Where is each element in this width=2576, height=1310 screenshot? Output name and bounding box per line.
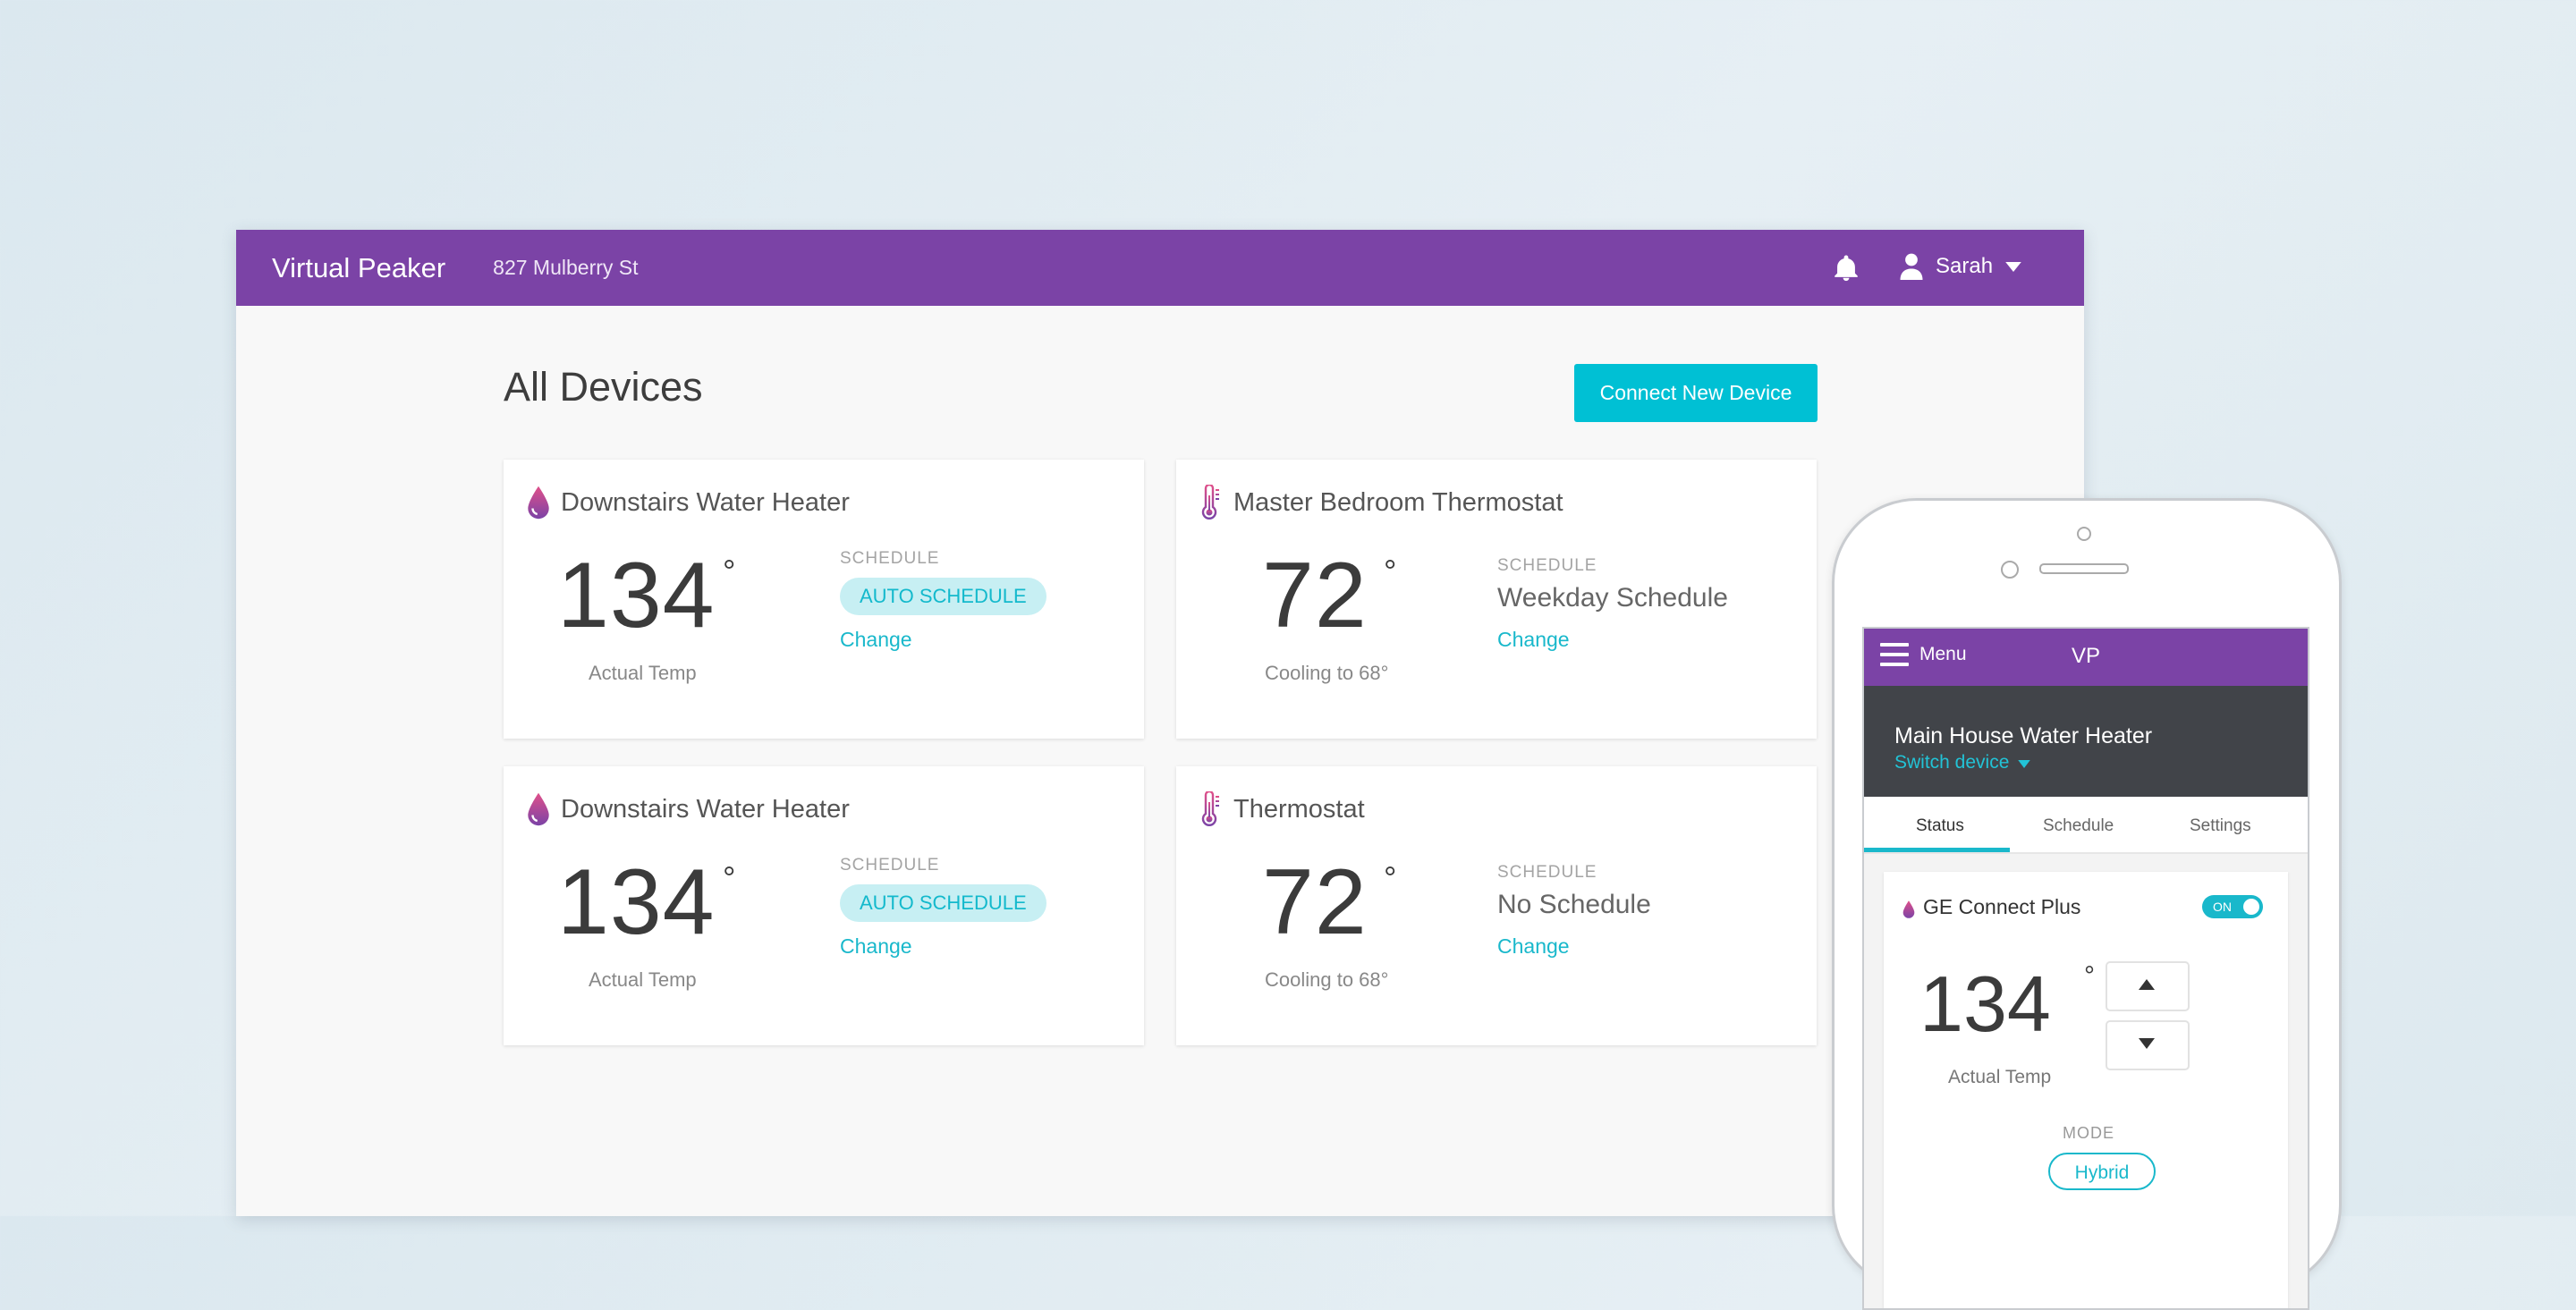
degree-symbol: ° [723, 859, 736, 896]
device-name: Main House Water Heater [1894, 723, 2153, 748]
desktop-window: Virtual Peaker 827 Mulberry St Sarah All… [236, 230, 2084, 1216]
menu-button[interactable]: Menu [1880, 643, 1967, 666]
degree-symbol: ° [1384, 553, 1397, 589]
switch-device-label: Switch device [1894, 752, 2010, 773]
address-label: 827 Mulberry St [493, 256, 639, 279]
temperature-value: 72 [1262, 850, 1368, 954]
degree-symbol: ° [1384, 859, 1397, 896]
mode-button[interactable]: Hybrid [2048, 1153, 2156, 1190]
user-icon [1900, 253, 1923, 280]
thermometer-icon [1201, 485, 1219, 520]
toggle-knob [2243, 899, 2259, 915]
device-name: Thermostat [1233, 794, 1365, 824]
connect-new-device-button[interactable]: Connect New Device [1574, 364, 1818, 422]
schedule-name: No Schedule [1497, 890, 1651, 919]
toggle-label: ON [2213, 900, 2232, 914]
power-toggle[interactable]: ON [2202, 895, 2263, 918]
proximity-sensor [2001, 561, 2019, 579]
mobile-screen: Menu VP Main House Water Heater Switch d… [1862, 627, 2309, 1310]
change-schedule-link[interactable]: Change [1497, 934, 1570, 959]
device-card[interactable]: Master Bedroom Thermostat 72 ° Cooling t… [1176, 460, 1817, 739]
chevron-down-icon [2005, 261, 2021, 272]
device-card[interactable]: Downstairs Water Heater 134 ° Actual Tem… [504, 766, 1144, 1045]
temperature-label: Actual Temp [589, 968, 697, 991]
temperature-label: Cooling to 68° [1265, 662, 1389, 684]
hamburger-icon [1880, 643, 1909, 666]
tab-schedule[interactable]: Schedule [2043, 816, 2114, 836]
phone-mockup: Menu VP Main House Water Heater Switch d… [1832, 498, 2342, 1310]
schedule-badge: AUTO SCHEDULE [840, 884, 1046, 922]
tab-status[interactable]: Status [1916, 816, 1964, 836]
device-header: Main House Water Heater Switch device [1864, 686, 2308, 797]
change-schedule-link[interactable]: Change [1497, 628, 1570, 652]
brand-logo[interactable]: Virtual Peaker [272, 252, 445, 284]
temperature-down-button[interactable] [2106, 1020, 2190, 1070]
schedule-label: SCHEDULE [1497, 863, 1597, 882]
device-model-name: GE Connect Plus [1923, 895, 2081, 918]
device-card[interactable]: Downstairs Water Heater 134 ° Actual Tem… [504, 460, 1144, 739]
temperature-label: Actual Temp [589, 662, 697, 684]
change-schedule-link[interactable]: Change [840, 934, 912, 959]
phone-speaker [2039, 563, 2129, 574]
thermometer-icon [1201, 791, 1219, 826]
user-name: Sarah [1936, 254, 1994, 278]
device-name: Downstairs Water Heater [561, 794, 850, 824]
notification-bell-icon[interactable] [1831, 253, 1861, 283]
temperature-value: 72 [1262, 544, 1368, 647]
device-status-card: GE Connect Plus ON 134 ° Actual Temp MOD… [1884, 872, 2288, 1308]
mobile-top-bar: Menu VP [1864, 629, 2308, 686]
caret-up-icon [2139, 979, 2155, 990]
temperature-label: Cooling to 68° [1265, 968, 1389, 991]
device-name: Master Bedroom Thermostat [1233, 487, 1563, 517]
degree-symbol: ° [2084, 961, 2095, 991]
schedule-label: SCHEDULE [840, 856, 940, 875]
temperature-value: 134 [557, 544, 716, 647]
active-tab-indicator [1864, 848, 2010, 852]
mode-label: MODE [2063, 1124, 2114, 1142]
schedule-label: SCHEDULE [840, 549, 940, 568]
schedule-name: Weekday Schedule [1497, 583, 1728, 613]
caret-down-icon [2139, 1038, 2155, 1049]
change-schedule-link[interactable]: Change [840, 628, 912, 652]
mobile-logo: VP [2072, 644, 2101, 668]
switch-device-dropdown[interactable]: Switch device [1894, 752, 2030, 773]
temperature-value: 134 [557, 850, 716, 954]
schedule-badge: AUTO SCHEDULE [840, 578, 1046, 615]
caret-down-icon [2018, 760, 2030, 768]
temperature-label: Actual Temp [1948, 1067, 2052, 1087]
tab-settings[interactable]: Settings [2190, 816, 2251, 836]
water-drop-icon [528, 792, 549, 826]
water-drop-icon [1902, 900, 1915, 918]
front-camera [2077, 527, 2091, 541]
schedule-label: SCHEDULE [1497, 556, 1597, 575]
temperature-value: 134 [1919, 959, 2051, 1048]
menu-label: Menu [1919, 644, 1967, 664]
device-card[interactable]: Thermostat 72 ° Cooling to 68° SCHEDULE … [1176, 766, 1817, 1045]
temperature-up-button[interactable] [2106, 961, 2190, 1011]
top-navigation-bar: Virtual Peaker 827 Mulberry St Sarah [236, 230, 2084, 306]
water-drop-icon [528, 486, 549, 520]
degree-symbol: ° [723, 553, 736, 589]
user-menu[interactable]: Sarah [1900, 253, 2021, 280]
device-name: Downstairs Water Heater [561, 487, 850, 517]
page-title: All Devices [504, 364, 703, 410]
mobile-tabs: Status Schedule Settings [1864, 797, 2308, 854]
